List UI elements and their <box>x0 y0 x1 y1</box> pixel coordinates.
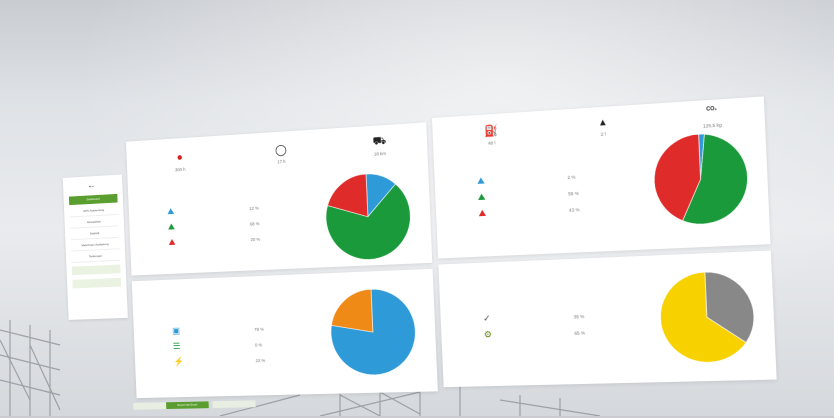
panel-utilization: ▣ ☰ ⚡ 78 % 0 % 22 % <box>131 268 438 399</box>
sidebar-item-einsatzliste[interactable]: Einsatzliste <box>69 216 119 229</box>
pie-slice-0 <box>329 288 417 376</box>
sidebar: ← Dashboard GPS-Auswertung Einsatzliste … <box>62 174 128 320</box>
legend-value-green: 0 % <box>254 342 263 348</box>
excavator-blue-icon: ⛰ <box>167 206 175 217</box>
legend-value-green: 55 % <box>568 190 580 197</box>
legend-value-gray: 35 % <box>573 313 585 320</box>
sidebar-item-dashboard[interactable]: Dashboard <box>68 193 118 206</box>
stat-distance: ⛟ 18 km <box>360 134 400 157</box>
excavator-red-icon: ⛰ <box>168 236 176 247</box>
excavator-blue-icon: ⛰ <box>476 175 485 186</box>
tool-icon: ✓ <box>482 313 491 324</box>
bottom-toolbar: Export als Excel <box>130 397 366 412</box>
emissions-icon: ▴ <box>599 116 606 129</box>
co2-icon: CO₂ <box>706 105 718 113</box>
crane-icon: ⚙ <box>483 329 493 340</box>
engine-hours-icon: ● <box>176 151 184 164</box>
sidebar-item-statistik[interactable]: Statistik <box>70 228 120 241</box>
sidebar-item-gps[interactable]: GPS-Auswertung <box>69 205 119 218</box>
stat-co2: CO₂ 125,5 kg <box>690 105 734 130</box>
legend-value-red: 20 % <box>250 236 261 243</box>
panel-operating-hours: ● 300 h ◯ 17 h ⛟ 18 km ⛰ ⛰ ⛰ 12 % 68 % 2… <box>125 122 433 276</box>
pie-chart-operating <box>322 170 414 264</box>
export-button[interactable]: Export als Excel <box>166 401 209 410</box>
plug-icon: ⚡ <box>173 356 185 367</box>
legend-value-blue: 12 % <box>249 205 259 211</box>
legend-value-yellow: 65 % <box>574 330 586 336</box>
pie-chart-tools <box>656 268 758 365</box>
sidebar-item-tankungen[interactable]: Tankungen <box>71 251 121 263</box>
arrow-left-icon[interactable]: ← <box>87 180 95 190</box>
panel-tools: ✓ ⚙ 35 % 65 % <box>438 250 777 388</box>
list-icon: ☰ <box>172 341 181 351</box>
dashboard-screen: ← Dashboard GPS-Auswertung Einsatzliste … <box>55 70 793 418</box>
panel-fuel: ⛽ 48 l ▴ 2 l CO₂ 125,5 kg ⛰ ⛰ ⛰ 2 % 55 %… <box>431 96 771 259</box>
monitor-icon: ▣ <box>172 325 181 336</box>
legend-value-blue: 78 % <box>254 326 265 332</box>
legend-value-green: 68 % <box>249 221 260 227</box>
stat-timer: ◯ 17 h <box>262 142 301 165</box>
stat-emissions: ▴ 2 l <box>581 114 624 138</box>
excavator-green-icon: ⛰ <box>477 191 486 203</box>
stat-engine-hours: ● 300 h <box>161 151 199 173</box>
legend-value-red: 43 % <box>568 207 580 213</box>
sidebar-item-extra-2[interactable] <box>72 277 122 289</box>
legend-value-orange: 22 % <box>255 358 266 364</box>
sidebar-item-auslastung[interactable]: Maschinen-Auslastung <box>70 239 120 252</box>
stat-fuel: ⛽ 48 l <box>471 123 513 147</box>
toolbar-button-right[interactable] <box>212 400 256 409</box>
fuel-pump-icon: ⛽ <box>483 124 499 138</box>
pie-chart-utilization <box>327 286 419 378</box>
excavator-green-icon: ⛰ <box>167 221 176 232</box>
excavator-red-icon: ⛰ <box>478 207 487 219</box>
timer-icon: ◯ <box>274 144 288 157</box>
pie-chart-fuel <box>650 129 752 228</box>
sidebar-item-extra-1[interactable] <box>71 264 121 276</box>
distance-icon: ⛟ <box>372 134 387 148</box>
legend-value-blue: 2 % <box>567 174 576 181</box>
